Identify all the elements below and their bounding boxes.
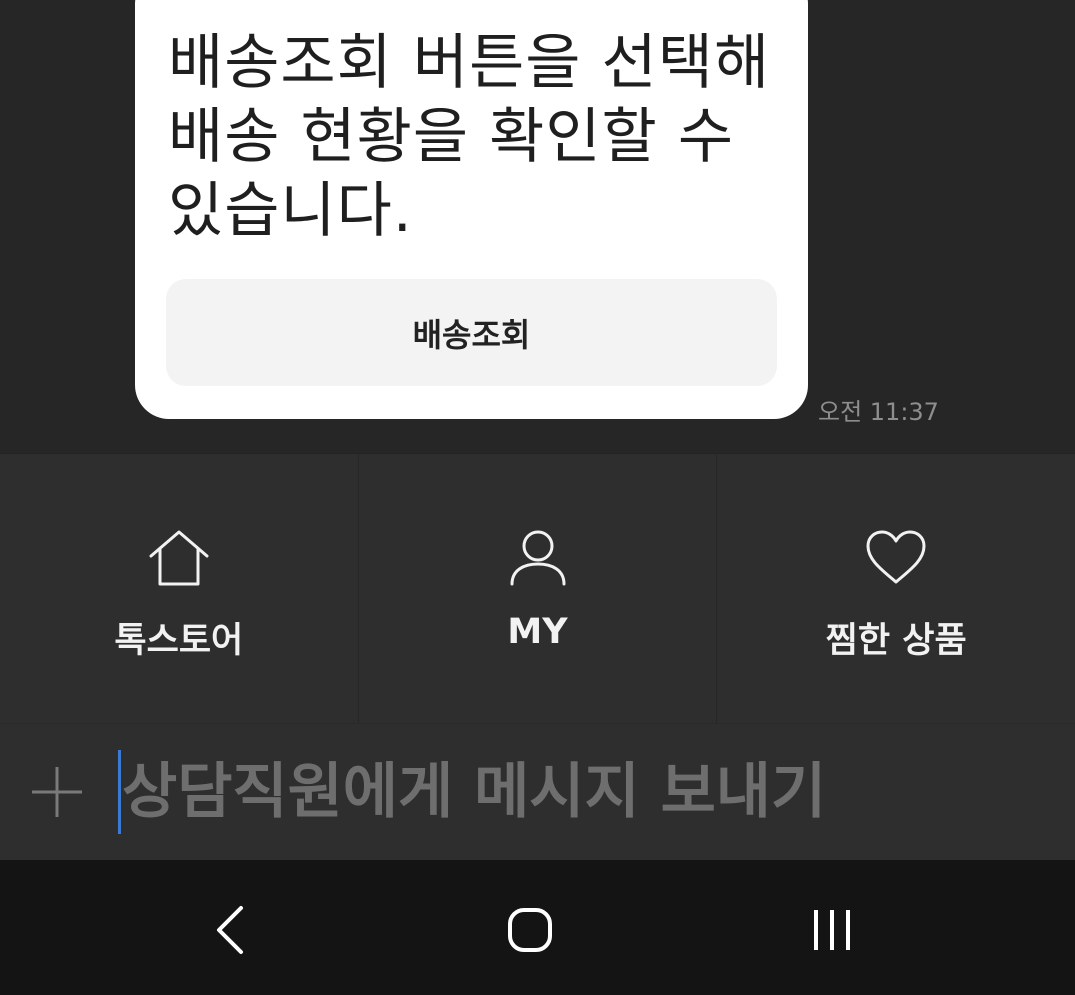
text-caret	[118, 750, 121, 834]
chat-area: 배송조회 버튼을 선택해 배송 현황을 확인할 수 있습니다. 배송조회 오전 …	[0, 0, 1075, 453]
home-icon	[149, 530, 209, 586]
quick-menu-label: 톡스토어	[114, 621, 244, 661]
quick-menu: 톡스토어 MY 찜한 상품	[0, 453, 1075, 723]
plus-icon[interactable]	[30, 765, 84, 819]
quick-menu-label: MY	[507, 612, 568, 652]
delivery-tracking-button[interactable]: 배송조회	[166, 279, 777, 386]
home-circle-icon	[508, 908, 552, 952]
heart-icon	[866, 530, 926, 584]
home-button[interactable]	[490, 890, 570, 970]
recent-apps-button[interactable]	[792, 890, 872, 970]
quick-menu-item-wishlist[interactable]: 찜한 상품	[717, 454, 1075, 723]
message-input-bar	[0, 723, 1075, 860]
message-line: 있습니다.	[168, 176, 413, 246]
back-icon	[217, 906, 243, 954]
message-line: 배송조회 버튼을 선택해	[168, 28, 771, 98]
message-line: 배송 현황을 확인할 수	[168, 102, 735, 172]
message-timestamp: 오전 11:37	[818, 398, 939, 426]
person-icon	[510, 530, 565, 586]
back-button[interactable]	[190, 890, 270, 970]
recent-apps-icon	[814, 910, 850, 950]
message-input[interactable]	[122, 748, 1022, 836]
screen: 배송조회 버튼을 선택해 배송 현황을 확인할 수 있습니다. 배송조회 오전 …	[0, 0, 1075, 995]
quick-menu-item-my[interactable]: MY	[358, 454, 718, 723]
quick-menu-item-talkstore[interactable]: 톡스토어	[0, 454, 359, 723]
message-text: 배송조회 버튼을 선택해 배송 현황을 확인할 수 있습니다.	[168, 26, 788, 248]
quick-menu-label: 찜한 상품	[825, 621, 967, 661]
system-nav-bar	[0, 860, 1075, 995]
